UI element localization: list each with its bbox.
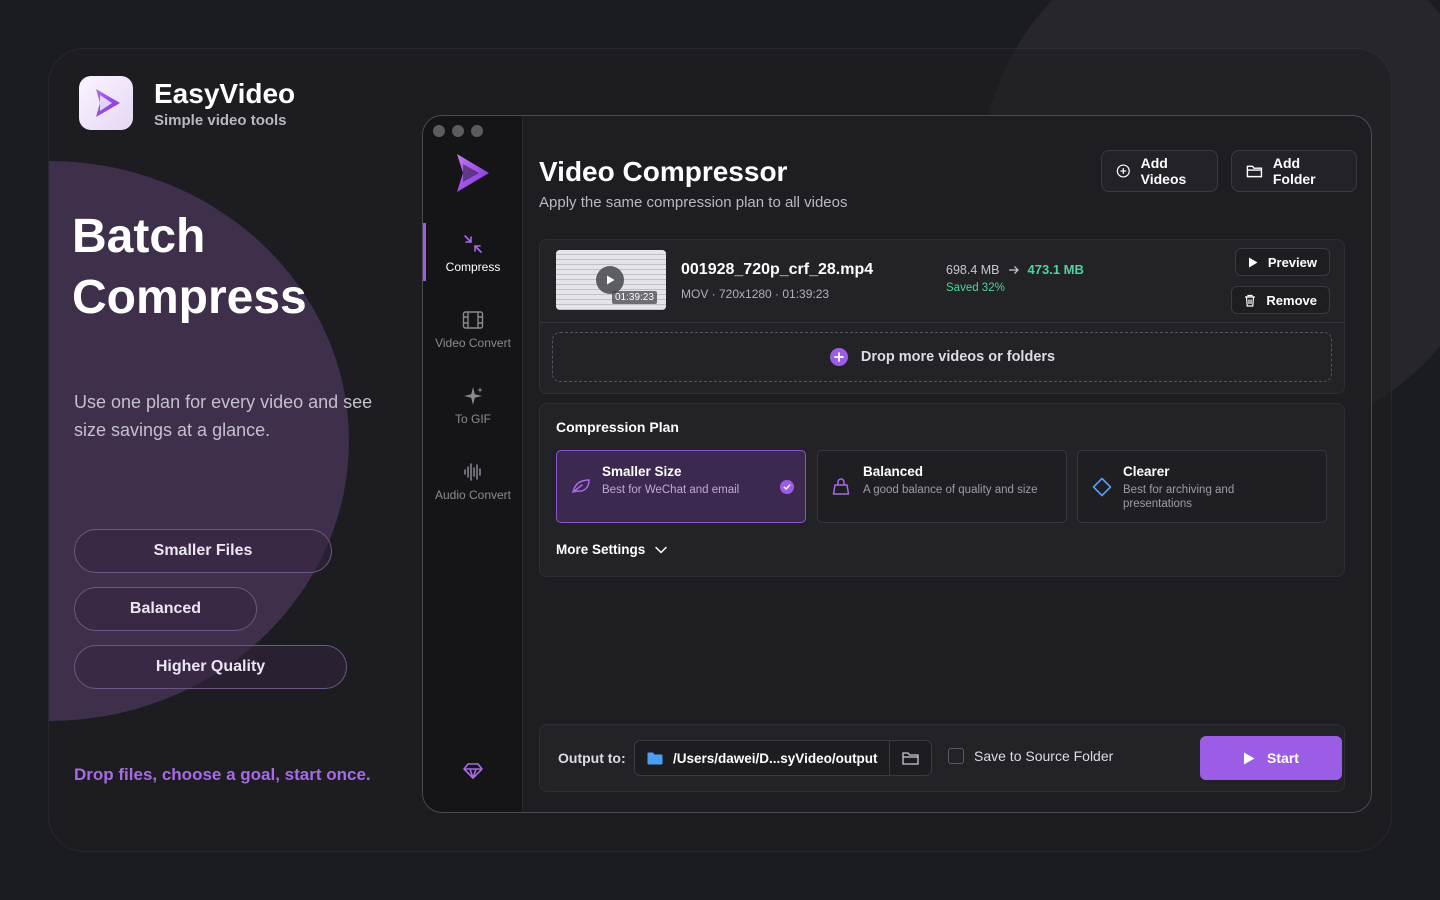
- brand-name: EasyVideo: [154, 77, 296, 109]
- play-icon[interactable]: [596, 266, 624, 294]
- page-subtitle: Apply the same compression plan to all v…: [539, 194, 848, 211]
- browse-folder-button[interactable]: [889, 741, 931, 775]
- leaf-icon: [571, 477, 591, 500]
- pill-smaller-files[interactable]: Smaller Files: [74, 529, 332, 573]
- sidebar-item-to-gif[interactable]: To GIF: [423, 375, 523, 435]
- start-button[interactable]: Start: [1200, 736, 1342, 780]
- remove-label: Remove: [1266, 292, 1317, 308]
- sidebar-item-label: Compress: [445, 260, 501, 274]
- add-folder-label: Add Folder: [1272, 155, 1316, 187]
- arrow-right-icon: [1008, 265, 1019, 274]
- plan-option-smaller-size[interactable]: Smaller Size Best for WeChat and email: [556, 450, 806, 523]
- drop-zone[interactable]: Drop more videos or folders: [552, 332, 1332, 382]
- add-videos-button[interactable]: Add Videos: [1101, 150, 1218, 192]
- headline-line-2: Compress: [72, 271, 307, 324]
- sidebar-item-label: Video Convert: [435, 336, 511, 350]
- plan-option-clearer[interactable]: Clearer Best for archiving and presentat…: [1077, 450, 1327, 523]
- plan-option-description: Best for WeChat and email: [602, 484, 740, 496]
- plan-option-name: Smaller Size: [602, 464, 682, 479]
- folder-icon: [647, 752, 663, 764]
- page-title: Video Compressor: [539, 156, 788, 187]
- plan-option-description: Best for archiving and presentations: [1123, 484, 1235, 510]
- divider: [540, 322, 1344, 323]
- save-to-source-checkbox[interactable]: Save to Source Folder: [948, 748, 1113, 764]
- pill-balanced[interactable]: Balanced: [74, 587, 257, 631]
- original-size: 698.4 MB: [946, 262, 1000, 277]
- start-label: Start: [1267, 750, 1299, 766]
- brand: EasyVideo Simple video tools: [79, 76, 295, 130]
- plan-option-description: A good balance of quality and size: [863, 484, 1038, 496]
- plan-option-balanced[interactable]: Balanced A good balance of quality and s…: [817, 450, 1067, 523]
- file-list-panel: 01:39:23 001928_720p_crf_28.mp4 MOV · 72…: [539, 239, 1345, 394]
- headline-line-1: Batch: [72, 210, 206, 263]
- maximize-window-button[interactable]: [471, 125, 483, 137]
- app-logo-icon: [79, 76, 133, 130]
- add-folder-button[interactable]: Add Folder: [1231, 150, 1357, 192]
- sidebar-item-video-convert[interactable]: Video Convert: [423, 299, 523, 359]
- plus-circle-icon: [1116, 164, 1130, 178]
- sidebar-item-audio-convert[interactable]: Audio Convert: [423, 451, 523, 511]
- play-icon: [1244, 752, 1255, 764]
- drop-zone-label: Drop more videos or folders: [860, 349, 1056, 365]
- folder-open-icon: [902, 752, 919, 765]
- output-path-field[interactable]: /Users/dawei/D...syVideo/output: [634, 740, 932, 776]
- new-size: 473.1 MB: [1027, 262, 1084, 277]
- saved-percentage: Saved 32%: [946, 282, 1005, 294]
- file-size-change: 698.4 MB 473.1 MB: [946, 262, 1084, 277]
- file-name: 001928_720p_crf_28.mp4: [681, 261, 874, 278]
- preview-label: Preview: [1267, 254, 1317, 270]
- film-icon: [462, 308, 484, 332]
- file-meta: MOV · 720x1280 · 01:39:23: [681, 287, 830, 301]
- compression-plan-title: Compression Plan: [556, 419, 679, 435]
- checkmark-icon: [780, 480, 794, 494]
- diamond-icon: [1092, 477, 1112, 502]
- sidebar-item-compress[interactable]: Compress: [423, 223, 523, 283]
- folder-icon: [1246, 165, 1263, 178]
- promo-tagline: Drop files, choose a goal, start once.: [74, 765, 371, 784]
- checkbox[interactable]: [948, 748, 964, 764]
- plan-option-name: Balanced: [863, 464, 924, 479]
- output-path: /Users/dawei/D...syVideo/output: [673, 750, 878, 766]
- thumbnail-duration: 01:39:23: [612, 291, 657, 304]
- sidebar-item-label: Audio Convert: [434, 488, 512, 502]
- promo-headline: Batch Compress: [72, 206, 392, 328]
- more-settings-label: More Settings: [556, 542, 646, 557]
- output-label: Output to:: [558, 750, 626, 766]
- output-bar: Output to: /Users/dawei/D...syVideo/outp…: [539, 724, 1345, 792]
- add-circle-icon: [829, 348, 848, 366]
- sparkle-icon: [462, 384, 484, 408]
- more-settings-toggle[interactable]: More Settings: [556, 542, 668, 557]
- app-window: Compress Video Convert To GIF Audio Conv…: [422, 115, 1372, 813]
- close-window-button[interactable]: [433, 125, 445, 137]
- compression-plan-panel: Compression Plan Smaller Size Best for W…: [539, 403, 1345, 577]
- window-controls: [433, 125, 483, 137]
- waveform-icon: [462, 460, 484, 484]
- sidebar: Compress Video Convert To GIF Audio Conv…: [423, 116, 523, 812]
- compress-icon: [462, 232, 484, 256]
- promo-description: Use one plan for every video and see siz…: [74, 392, 373, 440]
- add-videos-label: Add Videos: [1140, 155, 1187, 187]
- sidebar-item-label: To GIF: [454, 412, 491, 426]
- video-thumbnail[interactable]: 01:39:23: [556, 250, 666, 310]
- chevron-down-icon: [655, 546, 668, 554]
- premium-gem-icon[interactable]: [463, 762, 483, 785]
- pill-higher-quality[interactable]: Higher Quality: [74, 645, 347, 689]
- minimize-window-button[interactable]: [452, 125, 464, 137]
- brand-subtitle: Simple video tools: [154, 111, 287, 129]
- save-to-source-label: Save to Source Folder: [974, 748, 1114, 764]
- sidebar-logo-icon: [455, 152, 491, 199]
- preview-button[interactable]: Preview: [1234, 248, 1330, 276]
- scale-icon: [832, 477, 850, 500]
- trash-icon: [1245, 294, 1256, 307]
- remove-button[interactable]: Remove: [1231, 286, 1330, 314]
- play-icon: [1248, 257, 1258, 267]
- plan-option-name: Clearer: [1123, 464, 1170, 479]
